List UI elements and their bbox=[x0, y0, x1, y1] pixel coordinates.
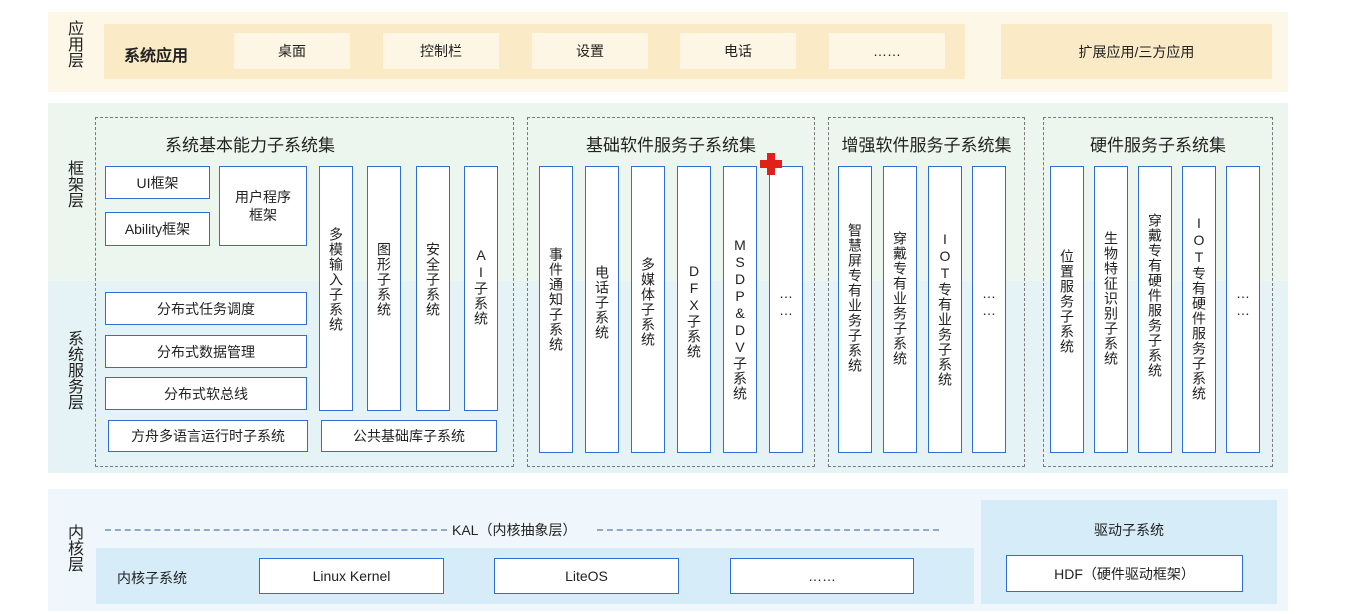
hdf-box: HDF（硬件驱动框架） bbox=[1006, 555, 1243, 592]
system-apps-title: 系统应用 bbox=[124, 48, 189, 65]
msdp-dv-label: MSDP&DV子系统 bbox=[732, 237, 748, 401]
ai-label: AI子系统 bbox=[473, 247, 489, 326]
iot-service-box: IOT专有业务子系统 bbox=[928, 166, 962, 453]
layer-label-service: 系统服务层 bbox=[65, 330, 82, 410]
wearable-service-label: 穿戴专有业务子系统 bbox=[892, 231, 908, 366]
liteos-box: LiteOS bbox=[494, 558, 679, 594]
software-more-box: …… bbox=[769, 166, 803, 453]
group-enhanced-title: 增强软件服务子系统集 bbox=[841, 136, 1012, 155]
location-box: 位置服务子系统 bbox=[1050, 166, 1084, 453]
enhanced-more-label: …… bbox=[981, 285, 997, 319]
iot-hardware-box: IOT专有硬件服务子系统 bbox=[1182, 166, 1216, 453]
multimedia-label: 多媒体子系统 bbox=[640, 257, 656, 347]
multimedia-box: 多媒体子系统 bbox=[631, 166, 665, 453]
distributed-softbus-box: 分布式软总线 bbox=[105, 377, 307, 410]
layer-label-app: 应用层 bbox=[65, 20, 82, 68]
telephony-box: 电话子系统 bbox=[585, 166, 619, 453]
kal-dash-right bbox=[597, 529, 939, 531]
extension-apps-label: 扩展应用/三方应用 bbox=[1078, 43, 1195, 60]
kal-dash-left bbox=[105, 529, 447, 531]
ark-runtime-box: 方舟多语言运行时子系统 bbox=[108, 420, 308, 452]
app-desktop: 桌面 bbox=[234, 33, 350, 69]
app-phone: 电话 bbox=[680, 33, 796, 69]
wearable-hardware-label: 穿戴专有硬件服务子系统 bbox=[1147, 213, 1163, 378]
telephony-label: 电话子系统 bbox=[594, 265, 610, 340]
hardware-more-label: …… bbox=[1235, 285, 1251, 319]
security-label: 安全子系统 bbox=[425, 242, 441, 317]
extension-apps-panel: 扩展应用/三方应用 bbox=[1001, 24, 1272, 79]
graphics-label: 图形子系统 bbox=[376, 242, 392, 317]
hardware-more-box: …… bbox=[1226, 166, 1260, 453]
kal-label: KAL（内核抽象层） bbox=[452, 522, 577, 538]
distributed-task-box: 分布式任务调度 bbox=[105, 292, 307, 325]
iot-hardware-label: IOT专有硬件服务子系统 bbox=[1191, 215, 1207, 401]
wearable-hardware-box: 穿戴专有硬件服务子系统 bbox=[1138, 166, 1172, 453]
biometrics-box: 生物特征识别子系统 bbox=[1094, 166, 1128, 453]
app-settings: 设置 bbox=[532, 33, 648, 69]
multimodal-input-label: 多模输入子系统 bbox=[328, 227, 344, 332]
security-box: 安全子系统 bbox=[416, 166, 450, 411]
ability-framework-box: Ability框架 bbox=[105, 212, 210, 246]
linux-kernel-box: Linux Kernel bbox=[259, 558, 444, 594]
event-notification-label: 事件通知子系统 bbox=[548, 247, 564, 352]
iot-service-label: IOT专有业务子系统 bbox=[937, 231, 953, 387]
group-hardware-title: 硬件服务子系统集 bbox=[1090, 136, 1226, 155]
dfx-box: DFX子系统 bbox=[677, 166, 711, 453]
kernel-subsystem-label: 内核子系统 bbox=[117, 570, 187, 586]
enhanced-more-box: …… bbox=[972, 166, 1006, 453]
user-program-framework-box: 用户程序框架 bbox=[219, 166, 307, 246]
common-lib-box: 公共基础库子系统 bbox=[321, 420, 497, 452]
wearable-service-box: 穿戴专有业务子系统 bbox=[883, 166, 917, 453]
ui-framework-box: UI框架 bbox=[105, 166, 210, 199]
graphics-box: 图形子系统 bbox=[367, 166, 401, 411]
plus-icon bbox=[760, 153, 782, 175]
msdp-dv-box: MSDP&DV子系统 bbox=[723, 166, 757, 453]
layer-label-framework: 框架层 bbox=[65, 160, 82, 208]
smart-screen-label: 智慧屏专有业务子系统 bbox=[847, 223, 863, 373]
app-more: …… bbox=[829, 33, 945, 69]
location-label: 位置服务子系统 bbox=[1059, 249, 1075, 354]
app-control-bar: 控制栏 bbox=[383, 33, 499, 69]
distributed-data-box: 分布式数据管理 bbox=[105, 335, 307, 368]
driver-subsystem-title: 驱动子系统 bbox=[1094, 522, 1164, 538]
kernel-more-box: …… bbox=[730, 558, 914, 594]
event-notification-box: 事件通知子系统 bbox=[539, 166, 573, 453]
ai-box: AI子系统 bbox=[464, 166, 498, 411]
dfx-label: DFX子系统 bbox=[686, 263, 702, 359]
smart-screen-box: 智慧屏专有业务子系统 bbox=[838, 166, 872, 453]
multimodal-input-box: 多模输入子系统 bbox=[319, 166, 353, 411]
group-basic-title: 系统基本能力子系统集 bbox=[165, 136, 335, 155]
biometrics-label: 生物特征识别子系统 bbox=[1103, 231, 1119, 366]
layer-label-kernel: 内核层 bbox=[65, 524, 82, 572]
software-more-label: …… bbox=[778, 285, 794, 319]
user-program-framework-label: 用户程序框架 bbox=[235, 189, 291, 223]
